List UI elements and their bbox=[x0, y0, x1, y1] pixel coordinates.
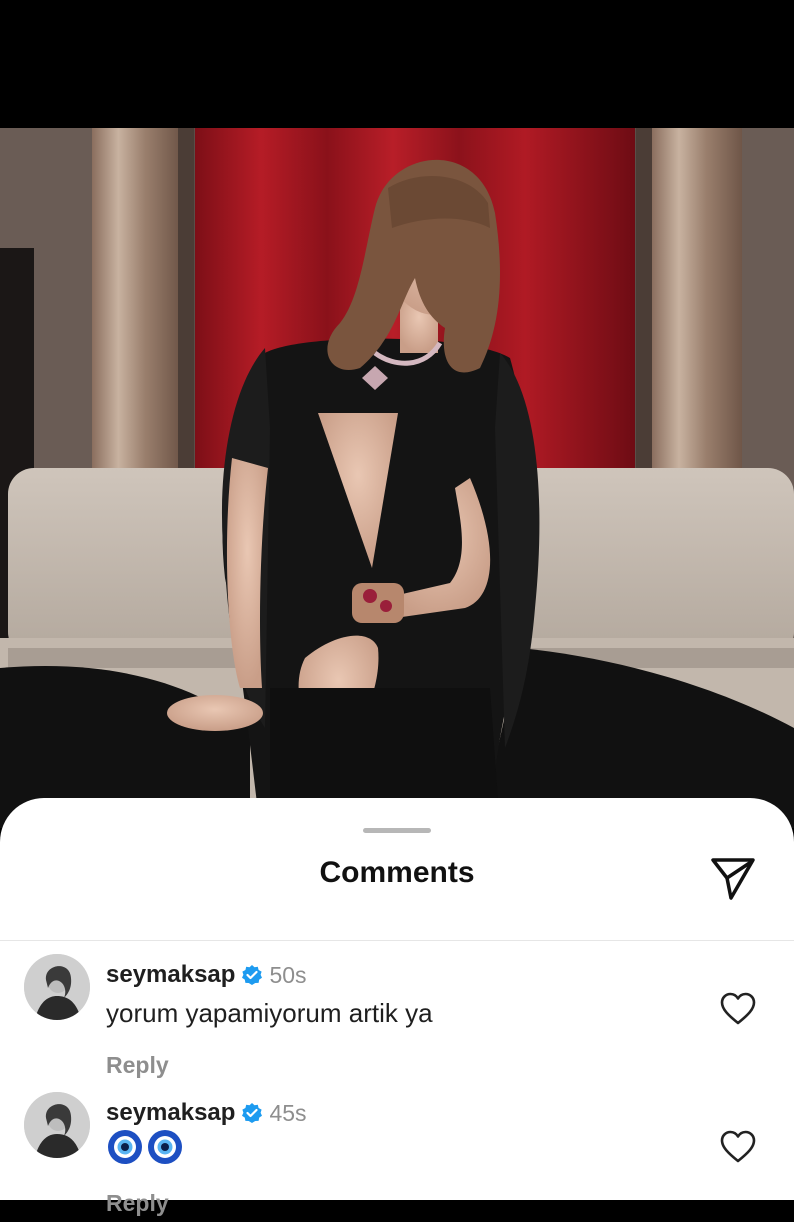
post-photo bbox=[0, 128, 794, 828]
comment-username[interactable]: seymaksap bbox=[106, 961, 235, 989]
verified-badge-icon bbox=[241, 964, 263, 986]
comment-timestamp: 50s bbox=[269, 961, 307, 988]
comments-sheet: Comments seymaksap 50s yorum yapamiyorum… bbox=[0, 798, 794, 1216]
comment-text: yorum yapamiyorum artik ya bbox=[106, 998, 433, 1028]
reply-button[interactable]: Reply bbox=[106, 1052, 169, 1079]
avatar[interactable] bbox=[24, 1092, 90, 1158]
comment-timestamp: 45s bbox=[269, 1099, 307, 1126]
comment-meta: seymaksap 50s bbox=[106, 960, 307, 990]
heart-icon[interactable] bbox=[720, 1130, 756, 1164]
nazar-amulet-icon bbox=[108, 1130, 182, 1164]
send-icon[interactable] bbox=[707, 852, 759, 904]
header-divider bbox=[0, 940, 794, 941]
comment-username[interactable]: seymaksap bbox=[106, 1099, 235, 1127]
status-bar-area bbox=[0, 0, 794, 128]
reply-button[interactable]: Reply bbox=[106, 1190, 169, 1217]
comment-text bbox=[106, 1128, 186, 1166]
verified-badge-icon bbox=[241, 1102, 263, 1124]
comment-item: seymaksap 45s Reply bbox=[0, 1092, 794, 1222]
sheet-title: Comments bbox=[319, 856, 475, 889]
comment-meta: seymaksap 45s bbox=[106, 1098, 307, 1128]
comment-item: seymaksap 50s yorum yapamiyorum artik ya… bbox=[0, 954, 794, 1084]
sheet-grabber-handle[interactable] bbox=[363, 828, 431, 833]
avatar[interactable] bbox=[24, 954, 90, 1020]
heart-icon[interactable] bbox=[720, 992, 756, 1026]
